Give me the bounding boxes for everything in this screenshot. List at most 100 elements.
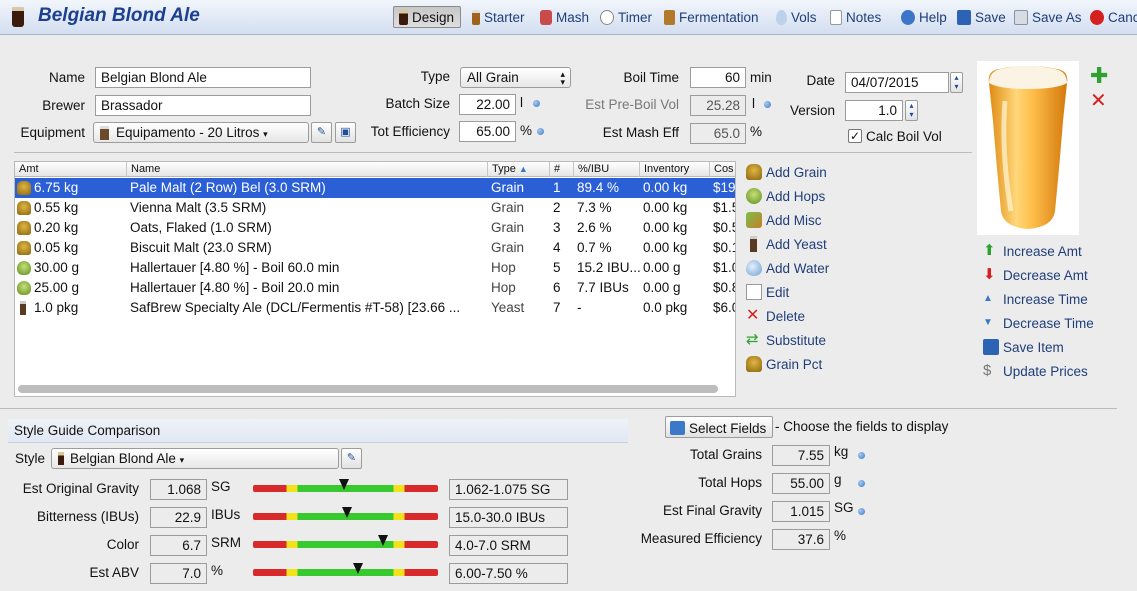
total-hops-info-dot[interactable] [858, 480, 865, 487]
chevron-down-icon: ▾ [179, 455, 185, 465]
measured-efficiency-label: Measured Efficiency [640, 531, 762, 546]
add-water-button[interactable]: Add Water [746, 260, 829, 276]
column-header-type[interactable]: Type ▲ [488, 162, 550, 177]
cost-cell: $1.5 [713, 200, 735, 215]
bitterness-ibus-gauge [253, 507, 438, 520]
add-misc-button[interactable]: Add Misc [746, 212, 822, 228]
horizontal-scrollbar[interactable] [18, 385, 718, 393]
date-stepper[interactable]: ▴ ▾ [950, 72, 963, 93]
cost-cell: $6.0 [713, 300, 735, 315]
beer-glass-illustration [988, 66, 1068, 229]
save-item-button[interactable]: Save Item [983, 339, 1064, 355]
name-cell: SafBrew Specialty Ale (DCL/Fermentis #T-… [130, 300, 461, 315]
increase-time-button[interactable]: ▲ Increase Time [983, 291, 1088, 307]
column-header-cost[interactable]: Cos [710, 162, 735, 177]
decrease-amt-button[interactable]: ⬇ Decrease Amt [983, 267, 1088, 283]
toolbar-timer-button[interactable]: Timer [600, 6, 652, 28]
equipment-edit-button[interactable]: ✎ [311, 122, 332, 143]
increase-amt-button[interactable]: ⬆ Increase Amt [983, 243, 1082, 259]
est-original-gravity-label: Est Original Gravity [22, 481, 139, 496]
batch-size-input[interactable]: 22.00 [459, 94, 516, 115]
total-hops-unit: g [834, 472, 842, 487]
number-cell: 5 [553, 260, 561, 275]
gauge-marker-icon [338, 479, 349, 490]
design-icon [399, 9, 408, 25]
brewer-input[interactable]: Brassador [95, 95, 311, 116]
toolbar-save-button[interactable]: Save [957, 6, 1006, 28]
delete-recipe-icon[interactable]: ✕ [1090, 90, 1107, 112]
table-row[interactable]: 0.55 kg Vienna Malt (3.5 SRM) Grain 2 7.3 % 0… [15, 198, 735, 218]
pct-ibu-cell: 89.4 % [577, 180, 620, 195]
preboil-vol-unit: l [752, 96, 755, 111]
select-fields-hint: - Choose the fields to display [775, 419, 949, 434]
number-cell: 6 [553, 280, 561, 295]
grain-icon [17, 181, 31, 195]
table-row[interactable]: 1.0 pkg SafBrew Specialty Ale (DCL/Fermen… [15, 298, 735, 318]
grain-icon [17, 221, 31, 235]
add-hops-button[interactable]: Add Hops [746, 188, 825, 204]
est-final-gravity-info-dot[interactable] [858, 508, 865, 515]
toolbar-save-as-button[interactable]: Save As [1014, 6, 1082, 28]
est-abv-unit: % [211, 563, 224, 578]
table-row[interactable]: 6.75 kg Pale Malt (2 Row) Bel (3.0 SRM) Gr… [15, 178, 735, 198]
date-input[interactable]: 04/07/2015 [845, 72, 949, 93]
toolbar-help-button[interactable]: Help [901, 6, 947, 28]
style-label: Style [15, 451, 46, 466]
table-row[interactable]: 0.05 kg Biscuit Malt (23.0 SRM) Grain 4 0.7 … [15, 238, 735, 258]
toolbar-mash-button[interactable]: Mash [540, 6, 589, 28]
name-input[interactable]: Belgian Blond Ale [95, 67, 311, 88]
number-cell: 1 [553, 180, 561, 195]
toolbar-vols-button[interactable]: Vols [776, 6, 817, 28]
efficiency-input[interactable]: 65.00 [459, 121, 516, 142]
type-cell: Grain [491, 180, 525, 195]
starter-icon [472, 9, 480, 25]
select-fields-button[interactable]: Select Fields [665, 416, 774, 438]
efficiency-info-dot[interactable] [537, 128, 544, 135]
preboil-vol-value: 25.28 [690, 95, 746, 116]
column-header-pct-ibu[interactable]: %/IBU [574, 162, 640, 177]
column-header-inventory[interactable]: Inventory [640, 162, 710, 177]
measured-efficiency-unit: % [834, 528, 847, 543]
version-input[interactable]: 1.0 [845, 100, 903, 121]
toolbar-fermentation-button[interactable]: Fermentation [664, 6, 759, 28]
toolbar-design-button[interactable]: Design [393, 6, 462, 28]
toolbar-notes-button[interactable]: Notes [830, 6, 881, 28]
type-select[interactable]: All Grain ▴ ▾ [460, 67, 571, 88]
batch-size-unit: l [520, 95, 523, 110]
batch-size-info-dot[interactable] [533, 100, 540, 107]
total-grains-info-dot[interactable] [858, 452, 865, 459]
amt-cell: 30.00 g [34, 260, 80, 275]
toolbar-starter-button[interactable]: Starter [472, 6, 525, 28]
table-row[interactable]: 0.20 kg Oats, Flaked (1.0 SRM) Grain 3 2.6 %… [15, 218, 735, 238]
date-label: Date [806, 73, 835, 88]
column-header-number[interactable]: # [550, 162, 574, 177]
version-stepper[interactable]: ▴ ▾ [905, 100, 918, 121]
style-guide-title: Style Guide Comparison [14, 423, 161, 438]
style-edit-button[interactable]: ✎ [341, 448, 362, 469]
boil-time-input[interactable]: 60 [690, 67, 746, 88]
add-recipe-icon[interactable]: ✚ [1090, 65, 1108, 87]
equipment-select[interactable]: Equipamento - 20 Litros ▾ [93, 122, 309, 143]
toolbar-cancel-button[interactable]: Canc [1090, 6, 1137, 28]
grain-pct-button[interactable]: Grain Pct [746, 356, 822, 372]
preboil-info-dot[interactable] [764, 101, 771, 108]
substitute-button[interactable]: ⇄ Substitute [746, 332, 826, 348]
delete-button[interactable]: ✕ Delete [746, 308, 805, 324]
arrow-down-icon: ⬇ [983, 266, 996, 283]
style-select[interactable]: Belgian Blond Ale ▾ [51, 448, 339, 469]
table-row[interactable]: 25.00 g Hallertauer [4.80 %] - Boil 20.0 … [15, 278, 735, 298]
table-row[interactable]: 30.00 g Hallertauer [4.80 %] - Boil 60.0 … [15, 258, 735, 278]
add-grain-button[interactable]: Add Grain [746, 164, 827, 180]
efficiency-unit: % [520, 123, 533, 138]
edit-button[interactable]: Edit [746, 284, 789, 300]
type-cell: Hop [491, 260, 516, 275]
column-header-amt[interactable]: Amt [15, 162, 127, 177]
add-yeast-button[interactable]: Add Yeast [746, 236, 827, 252]
update-prices-button[interactable]: $ Update Prices [983, 363, 1088, 379]
decrease-time-button[interactable]: ▼ Decrease Time [983, 315, 1094, 331]
measured-efficiency-value: 37.6 [772, 529, 830, 550]
calc-boil-checkbox[interactable]: ✓ [848, 129, 862, 143]
est-final-gravity-label: Est Final Gravity [662, 503, 762, 518]
column-header-name[interactable]: Name [127, 162, 488, 177]
timer-icon [600, 9, 614, 25]
